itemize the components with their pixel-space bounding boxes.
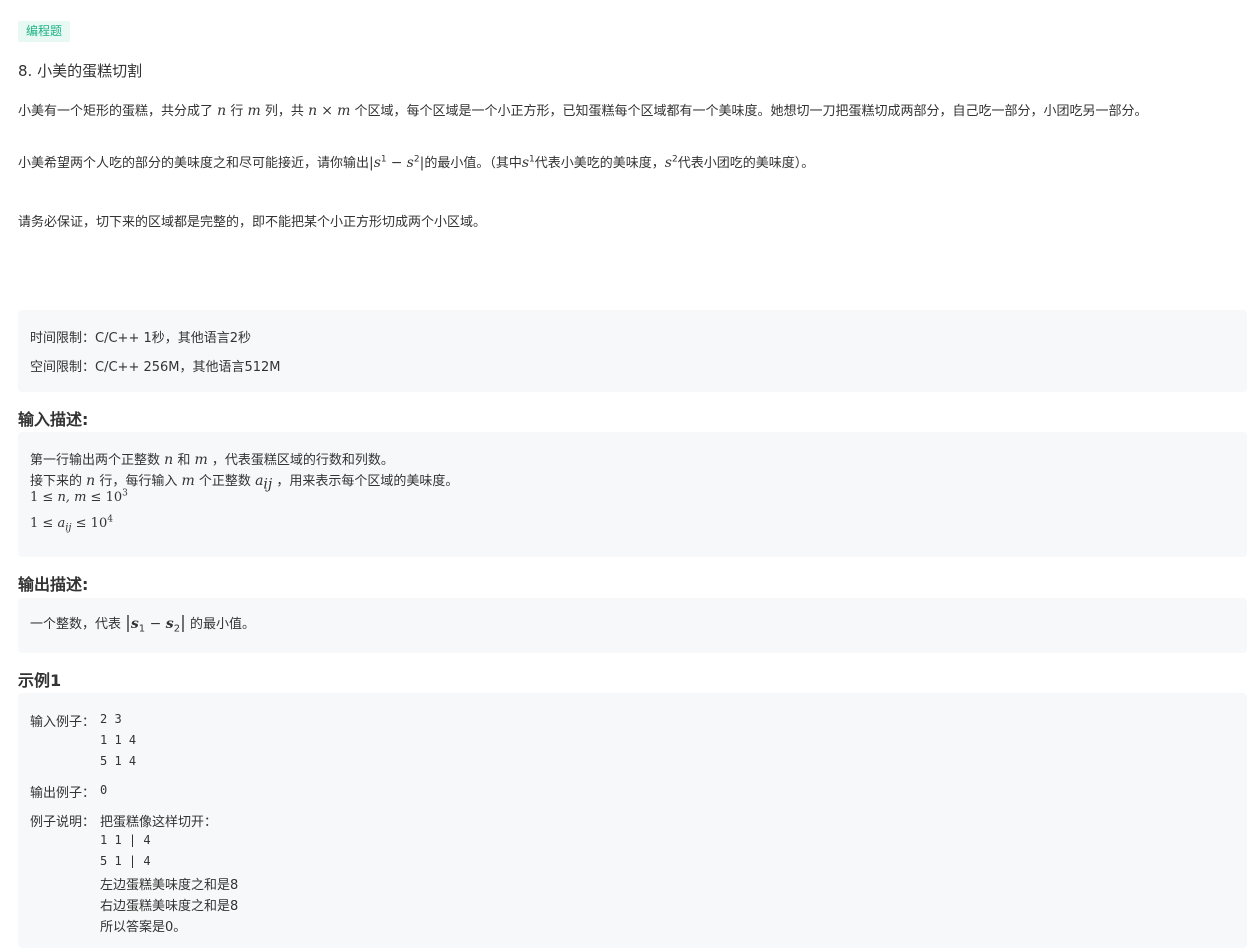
input-description-box: 第一行输出两个正整数 n 和 m ，代表蛋糕区域的行数和列数。 接下来的 n 行… [18, 432, 1247, 557]
example-explain-line: 1 1 | 4 [100, 833, 151, 847]
example-box: 输入例子： 2 3 1 1 4 5 1 4 输出例子： 0 例子说明： 把蛋糕像… [18, 693, 1247, 948]
example-explain-label: 例子说明： [30, 815, 96, 830]
output-description-heading: 输出描述: [18, 575, 89, 594]
example-explain-line: 把蛋糕像这样切开： [100, 815, 218, 830]
example-explain-line: 5 1 | 4 [100, 854, 151, 868]
input-line-2: 接下来的 n 行，每行输入 m 个正整数 aij ，用来表示每个区域的美味度。 [30, 473, 459, 493]
example-input-label: 输入例子： [30, 715, 96, 730]
example-explain-line: 左边蛋糕美味度之和是8 [100, 878, 239, 893]
example-input-line: 1 1 4 [100, 733, 137, 747]
constraint-2: 1 ≤ aij ≤ 104 [30, 514, 113, 534]
description-paragraph-2: 小美希望两个人吃的部分的美味度之和尽可能接近，请你输出|s1 − s2|的最小值… [18, 154, 815, 171]
time-limit: 时间限制：C/C++ 1秒，其他语言2秒 [30, 331, 252, 346]
example-input-line: 5 1 4 [100, 754, 137, 768]
input-description-heading: 输入描述: [18, 410, 89, 429]
example-explain-line: 右边蛋糕美味度之和是8 [100, 899, 239, 914]
example-explain-line: 所以答案是0。 [100, 920, 187, 935]
output-description-box: 一个整数，代表 |s1 − s2| 的最小值。 [18, 598, 1247, 653]
description-paragraph-3: 请务必保证，切下来的区域都是完整的，即不能把某个小正方形切成两个小区域。 [18, 215, 487, 230]
input-line-1: 第一行输出两个正整数 n 和 m ，代表蛋糕区域的行数和列数。 [30, 452, 394, 468]
example-heading: 示例1 [18, 671, 62, 690]
example-output-label: 输出例子： [30, 786, 96, 801]
description-paragraph-1: 小美有一个矩形的蛋糕，共分成了 n 行 m 列，共 n × m 个区域，每个区域… [18, 103, 1148, 119]
constraint-1: 1 ≤ n, m ≤ 103 [30, 488, 128, 505]
example-output-value: 0 [100, 783, 108, 797]
problem-type-tag: 编程题 [18, 21, 71, 42]
problem-title: 8. 小美的蛋糕切割 [18, 62, 143, 80]
limits-box: 时间限制：C/C++ 1秒，其他语言2秒 空间限制：C/C++ 256M，其他语… [18, 310, 1247, 392]
space-limit: 空间限制：C/C++ 256M，其他语言512M [30, 360, 281, 375]
example-input-line: 2 3 [100, 712, 122, 726]
output-line-1: 一个整数，代表 |s1 − s2| 的最小值。 [30, 613, 255, 635]
